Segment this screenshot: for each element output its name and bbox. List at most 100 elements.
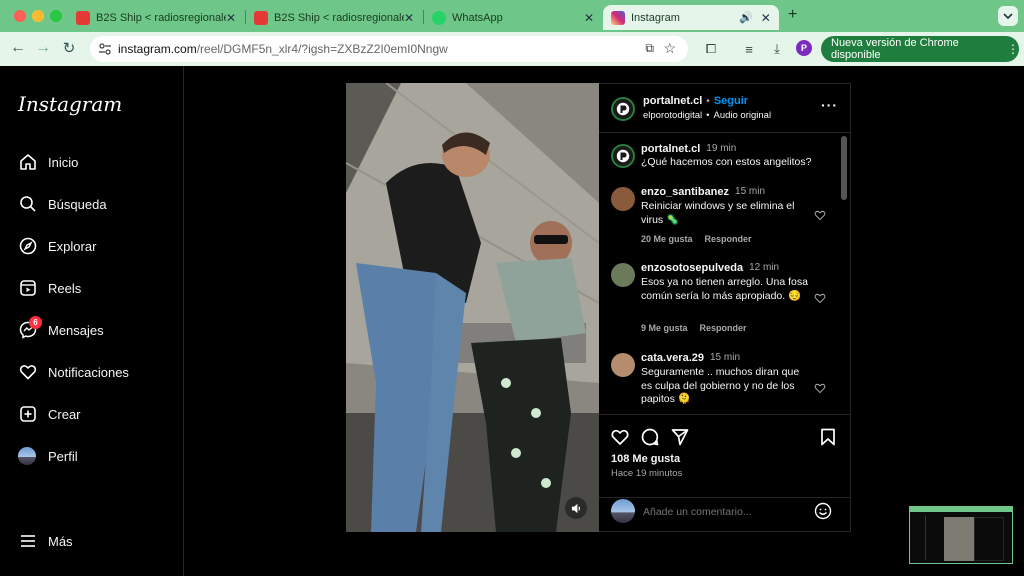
sidebar-item-label: Crear <box>48 406 81 422</box>
comment-text: Esos ya no tienen arreglo. Una fosa comú… <box>641 276 808 302</box>
url-host: instagram.com <box>118 42 197 56</box>
author-avatar[interactable] <box>611 97 635 121</box>
post-timestamp: Hace 19 minutos <box>611 468 683 479</box>
profile-avatar[interactable]: P <box>796 40 812 56</box>
bookmark-star-icon[interactable]: ☆ <box>663 40 676 57</box>
video-frame <box>346 83 599 532</box>
close-tab-icon[interactable]: ✕ <box>404 11 414 25</box>
sidebar-item-label: Notificaciones <box>48 364 129 380</box>
add-comment-bar <box>599 498 851 533</box>
sidebar-item-label: Más <box>48 533 73 549</box>
sidebar-item-label: Inicio <box>48 154 79 170</box>
scrollbar-thumb[interactable] <box>841 136 847 200</box>
close-tab-icon[interactable]: ✕ <box>584 11 594 25</box>
tab-b2s-ship-1[interactable]: B2S Ship < radiosregionales ✕ <box>68 5 244 30</box>
tab-label: B2S Ship < radiosregionales <box>96 11 226 24</box>
comment-time: 15 min <box>710 352 741 363</box>
address-bar[interactable]: instagram.com/reel/DGMF5n_xlr4/?igsh=ZXB… <box>90 36 688 62</box>
download-icon[interactable]: ⤓ <box>768 40 786 58</box>
comment-header: cata.vera.29 15 min <box>641 352 740 364</box>
sidebar-item-reels[interactable]: Reels <box>18 275 81 301</box>
comment-time: 12 min <box>749 262 780 273</box>
audio-line[interactable]: elporotodigital • Audio original <box>643 110 771 121</box>
comment-header: enzosotosepulveda 12 min <box>641 262 779 274</box>
home-icon <box>20 154 36 170</box>
instagram-logo[interactable]: Instagram <box>18 92 122 116</box>
comment-username[interactable]: enzosotosepulveda <box>641 262 743 274</box>
reload-icon[interactable]: ↻ <box>59 39 79 57</box>
tab-whatsapp[interactable]: WhatsApp ✕ <box>424 5 602 30</box>
caption-username[interactable]: portalnet.cl <box>641 143 700 155</box>
tab-search-button[interactable] <box>998 6 1018 26</box>
comment-input[interactable] <box>643 503 803 521</box>
back-arrow-icon[interactable]: ← <box>8 39 28 57</box>
sidebar-item-mas[interactable]: Más <box>18 528 73 554</box>
site-settings-icon[interactable] <box>98 42 112 56</box>
tab-label: WhatsApp <box>452 11 503 24</box>
save-bookmark-icon[interactable] <box>819 427 837 447</box>
minimize-window-button[interactable] <box>32 10 44 22</box>
comment-likes[interactable]: 20 Me gusta <box>641 234 693 244</box>
plus-square-icon <box>20 406 36 422</box>
comments-scrollbar[interactable] <box>840 134 848 414</box>
comment-item: enzosotosepulveda 12 min Esos ya no tien… <box>611 262 839 334</box>
install-app-icon[interactable]: ⧉ <box>645 41 654 56</box>
close-window-button[interactable] <box>14 10 26 22</box>
sidebar-item-mensajes[interactable]: 6 Mensajes <box>18 316 104 343</box>
reply-button[interactable]: Responder <box>700 323 747 333</box>
mute-button[interactable] <box>565 497 587 519</box>
reply-button[interactable]: Responder <box>705 234 752 244</box>
emoji-icon[interactable] <box>814 502 832 520</box>
speaker-icon <box>571 503 580 513</box>
extensions-icon[interactable]: ⧠ <box>702 40 720 58</box>
reel-video[interactable] <box>346 83 599 532</box>
close-tab-icon[interactable]: ✕ <box>761 11 771 25</box>
more-options-icon[interactable]: ··· <box>821 97 838 113</box>
like-heart-icon[interactable] <box>610 427 630 447</box>
tab-instagram[interactable]: Instagram 🔊 ✕ <box>603 5 779 30</box>
chrome-update-button[interactable]: Nueva versión de Chrome disponible ⋮ <box>821 36 1019 62</box>
like-comment-heart-icon[interactable] <box>814 209 826 221</box>
comment-bubble-icon[interactable] <box>640 427 660 447</box>
new-tab-button[interactable]: + <box>788 6 797 24</box>
reading-list-icon[interactable]: ≡ <box>740 40 758 58</box>
sidebar-item-explorar[interactable]: Explorar <box>18 233 96 259</box>
commenter-avatar[interactable] <box>611 263 635 287</box>
follow-button[interactable]: Seguir <box>714 95 748 107</box>
like-comment-heart-icon[interactable] <box>814 382 826 394</box>
sidebar-item-perfil[interactable]: Perfil <box>18 443 78 469</box>
update-label: Nueva versión de Chrome disponible <box>831 37 959 61</box>
portalnet-logo-icon <box>616 102 630 116</box>
caption-time: 19 min <box>706 143 737 154</box>
instagram-sidebar: Instagram Inicio Búsqueda Explorar Reels… <box>0 66 184 576</box>
post-actions: 108 Me gusta Hace 19 minutos <box>599 414 851 498</box>
share-icon[interactable] <box>670 427 690 447</box>
author-username[interactable]: portalnet.cl <box>643 95 702 107</box>
separator-dot: • <box>706 110 710 121</box>
commenter-avatar[interactable] <box>611 187 635 211</box>
sidebar-item-busqueda[interactable]: Búsqueda <box>18 191 107 217</box>
author-avatar[interactable] <box>611 144 635 168</box>
maximize-window-button[interactable] <box>50 10 62 22</box>
sidebar-item-notificaciones[interactable]: Notificaciones <box>18 359 129 385</box>
comment-item: cata.vera.29 15 min Seguramente .. mucho… <box>611 352 839 412</box>
likes-count[interactable]: 108 Me gusta <box>611 453 680 465</box>
post-header: portalnet.cl • Seguir elporotodigital • … <box>599 84 851 133</box>
hamburger-menu-icon <box>21 535 35 547</box>
screen-share-thumbnail[interactable] <box>909 506 1013 564</box>
tab-b2s-ship-2[interactable]: B2S Ship < radiosregionales ✕ <box>246 5 422 30</box>
like-comment-heart-icon[interactable] <box>814 292 826 304</box>
browser-chrome: B2S Ship < radiosregionales ✕ B2S Ship <… <box>0 0 1024 66</box>
sidebar-item-inicio[interactable]: Inicio <box>18 149 78 175</box>
forward-arrow-icon[interactable]: → <box>33 39 53 57</box>
audio-label: Audio original <box>713 110 772 121</box>
close-tab-icon[interactable]: ✕ <box>226 11 236 25</box>
compass-icon <box>19 237 37 255</box>
speaker-icon[interactable]: 🔊 <box>739 11 753 24</box>
thumbnail-video <box>944 517 974 561</box>
sidebar-item-crear[interactable]: Crear <box>18 401 81 427</box>
comment-likes[interactable]: 9 Me gusta <box>641 323 688 333</box>
commenter-avatar[interactable] <box>611 353 635 377</box>
comment-username[interactable]: cata.vera.29 <box>641 352 704 364</box>
comment-username[interactable]: enzo_santibanez <box>641 186 729 198</box>
